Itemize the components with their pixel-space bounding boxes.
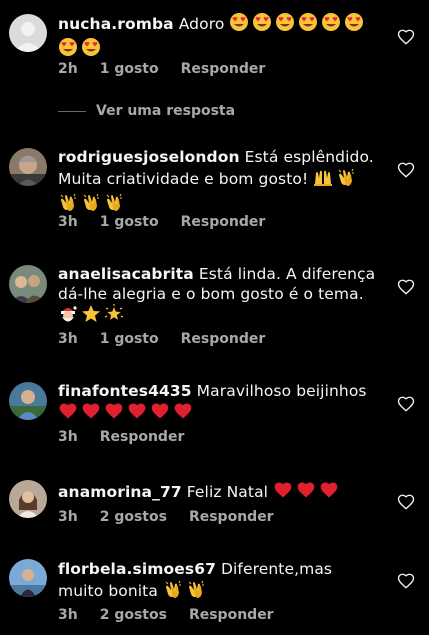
red-heart-icon <box>273 480 293 505</box>
avatar[interactable] <box>9 148 47 186</box>
comment-text: florbela.simoes67 Diferente,mas muito bon… <box>58 559 376 604</box>
avatar[interactable] <box>9 382 47 420</box>
heart-eyes-icon <box>275 12 295 37</box>
view-replies-label: Ver uma resposta <box>96 103 236 119</box>
avatar[interactable] <box>9 265 47 303</box>
like-heart-icon[interactable] <box>397 28 415 46</box>
comment-body: Maravilhoso beijinhos <box>196 382 367 400</box>
heart-eyes-icon <box>321 12 341 37</box>
comment-likes[interactable]: 2 gostos <box>100 607 167 623</box>
comment-meta: 3h 2 gostos Responder <box>58 606 274 624</box>
like-heart-icon[interactable] <box>397 278 415 296</box>
comment-username[interactable]: rodriguesjoselondon <box>58 148 240 166</box>
reply-button[interactable]: Responder <box>189 509 274 525</box>
red-heart-icon <box>58 401 78 426</box>
star-icon <box>81 304 101 329</box>
heart-eyes-icon <box>298 12 318 37</box>
clapping-hands-icon <box>336 167 356 192</box>
view-replies-button[interactable]: Ver uma resposta <box>58 102 235 120</box>
comment-meta: 3h Responder <box>58 428 184 446</box>
comment-text: rodriguesjoselondon Está esplêndido. Muit… <box>58 147 376 217</box>
comment-text: nucha.romba Adoro <box>58 12 376 62</box>
red-heart-icon <box>104 401 124 426</box>
comment-body: Feliz Natal <box>186 483 269 501</box>
comment-time: 3h <box>58 509 78 525</box>
comment-meta: 2h 1 gosto Responder <box>58 60 265 78</box>
comment-text: anamorina_77 Feliz Natal <box>58 480 376 505</box>
red-heart-icon <box>319 480 339 505</box>
comment-username[interactable]: finafontes4435 <box>58 382 192 400</box>
avatar[interactable] <box>9 559 47 597</box>
reply-button[interactable]: Responder <box>181 214 266 230</box>
glowing-star-icon <box>104 304 124 329</box>
view-replies-divider <box>58 110 86 112</box>
comment-username[interactable]: anaelisacabrita <box>58 265 194 283</box>
comment-body: Adoro <box>178 15 225 33</box>
comment-text: finafontes4435 Maravilhoso beijinhos <box>58 381 376 426</box>
heart-eyes-icon <box>344 12 364 37</box>
comment-meta: 3h 2 gostos Responder <box>58 508 274 526</box>
comment-time: 3h <box>58 214 78 230</box>
like-heart-icon[interactable] <box>397 395 415 413</box>
santa-icon <box>58 304 78 329</box>
like-heart-icon[interactable] <box>397 493 415 511</box>
comment-time: 3h <box>58 331 78 347</box>
avatar[interactable] <box>9 480 47 518</box>
red-heart-icon <box>173 401 193 426</box>
comment-text: anaelisacabrita Está linda. A diferença d… <box>58 264 376 329</box>
red-heart-icon <box>81 401 101 426</box>
avatar[interactable] <box>9 14 47 52</box>
comment-time: 3h <box>58 429 78 445</box>
heart-eyes-icon <box>81 37 101 62</box>
comment-likes[interactable]: 1 gosto <box>100 331 159 347</box>
like-heart-icon[interactable] <box>397 161 415 179</box>
heart-eyes-icon <box>252 12 272 37</box>
reply-button[interactable]: Responder <box>100 429 185 445</box>
reply-button[interactable]: Responder <box>181 61 266 77</box>
comment-meta: 3h 1 gosto Responder <box>58 330 265 348</box>
comment-likes[interactable]: 1 gosto <box>100 214 159 230</box>
comment-username[interactable]: nucha.romba <box>58 15 174 33</box>
comment-username[interactable]: anamorina_77 <box>58 483 182 501</box>
comment-likes[interactable]: 2 gostos <box>100 509 167 525</box>
comment-time: 3h <box>58 607 78 623</box>
red-heart-icon <box>127 401 147 426</box>
reply-button[interactable]: Responder <box>189 607 274 623</box>
comment-meta: 3h 1 gosto Responder <box>58 213 265 231</box>
red-heart-icon <box>150 401 170 426</box>
clapping-hands-icon <box>186 579 206 604</box>
heart-eyes-icon <box>58 37 78 62</box>
clapping-hands-icon <box>163 579 183 604</box>
comment-username[interactable]: florbela.simoes67 <box>58 560 216 578</box>
like-heart-icon[interactable] <box>397 572 415 590</box>
heart-eyes-icon <box>229 12 249 37</box>
red-heart-icon <box>296 480 316 505</box>
comment-likes[interactable]: 1 gosto <box>100 61 159 77</box>
reply-button[interactable]: Responder <box>181 331 266 347</box>
comment-time: 2h <box>58 61 78 77</box>
raising-hands-icon <box>313 167 333 192</box>
